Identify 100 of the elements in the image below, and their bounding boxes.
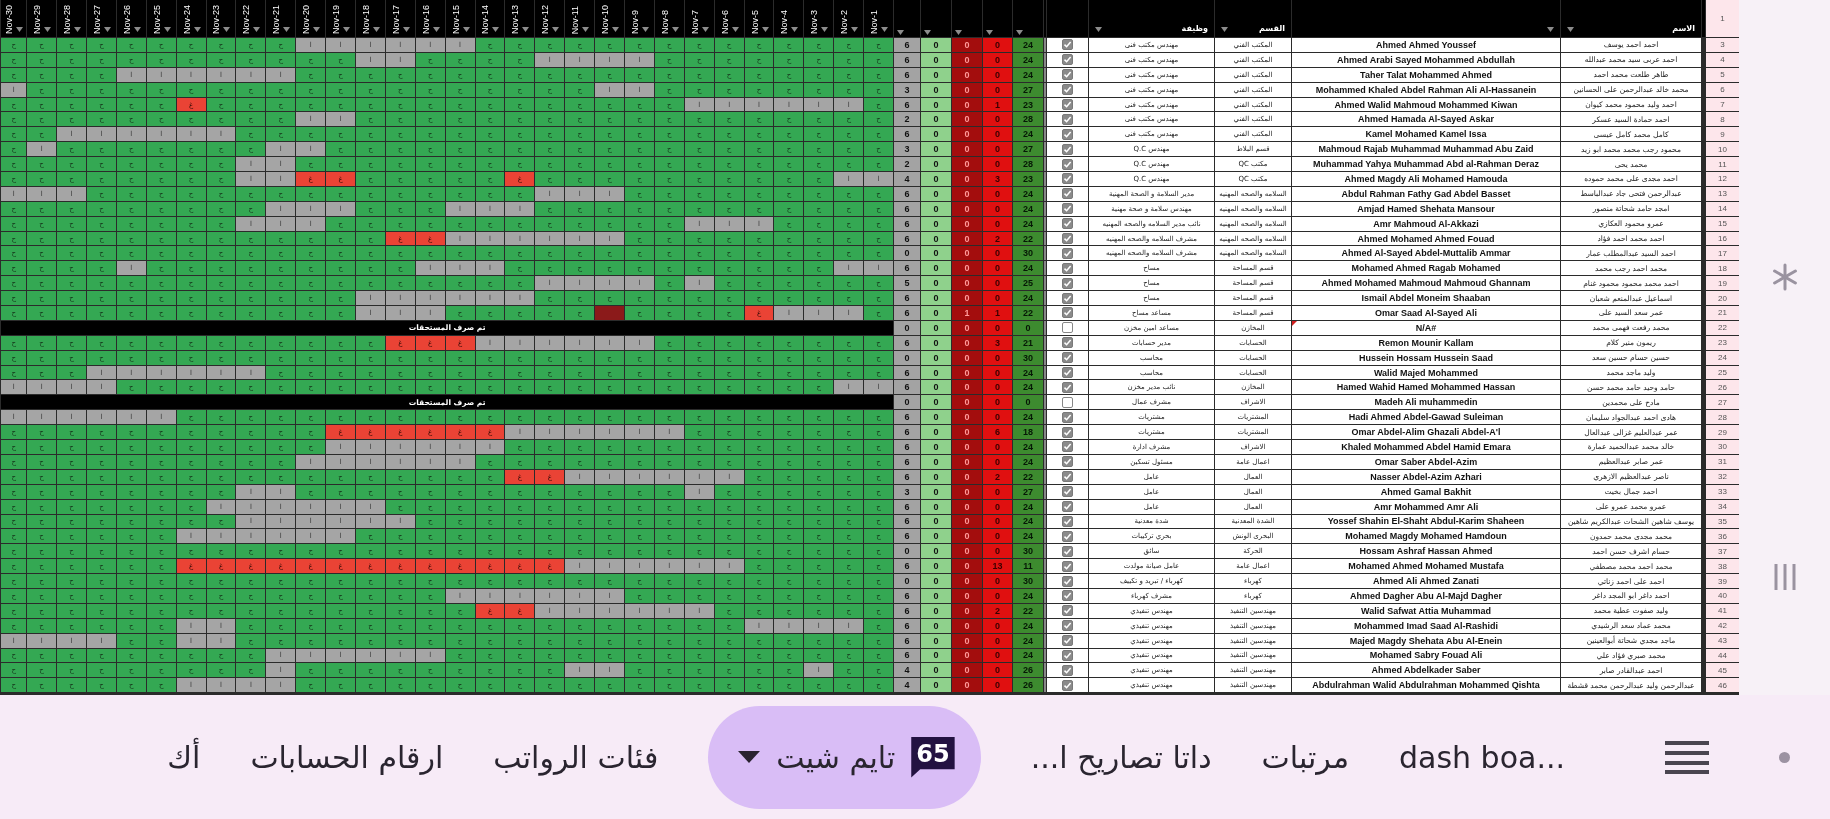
- checkbox[interactable]: [1062, 143, 1073, 155]
- checkbox[interactable]: [1062, 396, 1073, 408]
- filter-arrow-icon[interactable]: [343, 27, 351, 32]
- checkbox[interactable]: [1062, 69, 1073, 81]
- checkbox[interactable]: [1062, 54, 1073, 66]
- checkbox[interactable]: [1062, 173, 1073, 185]
- checkbox[interactable]: [1062, 530, 1073, 542]
- filter-arrow-icon[interactable]: [253, 27, 261, 32]
- count-cell: 0: [921, 440, 951, 454]
- checkbox[interactable]: [1062, 352, 1073, 364]
- checkbox[interactable]: [1062, 233, 1073, 244]
- count-cell: 24: [1013, 440, 1043, 454]
- checkbox[interactable]: [1062, 203, 1073, 215]
- checkbox[interactable]: [1062, 84, 1073, 96]
- filter-arrow-icon[interactable]: [402, 27, 410, 32]
- checkbox[interactable]: [1062, 39, 1073, 51]
- checkbox[interactable]: [1062, 679, 1073, 691]
- filter-arrow-icon[interactable]: [851, 27, 859, 32]
- checkbox[interactable]: [1062, 218, 1073, 230]
- filter-arrow-icon[interactable]: [1567, 27, 1574, 32]
- filter-arrow-icon[interactable]: [671, 27, 679, 32]
- checkbox[interactable]: [1062, 649, 1073, 661]
- filter-arrow-icon[interactable]: [582, 27, 590, 32]
- checkbox[interactable]: [1062, 441, 1073, 453]
- name-cell: Mohammed Imad Saad Al-Rashidi: [1292, 618, 1560, 633]
- checkbox[interactable]: [1062, 471, 1073, 483]
- checkbox[interactable]: [1062, 367, 1073, 379]
- menu-icon[interactable]: [1665, 739, 1709, 775]
- checkbox[interactable]: [1062, 381, 1073, 393]
- sheet-tab[interactable]: فئات الرواتب: [493, 739, 659, 775]
- checkbox[interactable]: [1062, 545, 1073, 557]
- filter-arrow-icon[interactable]: [372, 27, 380, 32]
- filter-arrow-icon[interactable]: [223, 27, 231, 32]
- filter-arrow-icon[interactable]: [1547, 27, 1554, 32]
- filter-arrow-icon[interactable]: [761, 27, 769, 32]
- checkbox[interactable]: [1062, 426, 1073, 438]
- checkbox[interactable]: [1062, 99, 1073, 110]
- filter-arrow-icon[interactable]: [924, 30, 931, 35]
- checkbox[interactable]: [1062, 128, 1073, 140]
- checkbox[interactable]: [1062, 664, 1073, 676]
- filter-arrow-icon[interactable]: [283, 27, 291, 32]
- filter-arrow-icon[interactable]: [986, 30, 993, 35]
- filter-arrow-icon[interactable]: [612, 27, 620, 32]
- column-header: 19-Nov: [331, 4, 342, 34]
- filter-arrow-icon[interactable]: [313, 27, 321, 32]
- checkbox[interactable]: [1062, 635, 1073, 647]
- checkbox[interactable]: [1062, 501, 1073, 513]
- checkbox[interactable]: [1062, 322, 1073, 334]
- filter-arrow-icon[interactable]: [641, 27, 649, 32]
- checkbox[interactable]: [1062, 486, 1073, 498]
- checkbox[interactable]: [1062, 515, 1073, 527]
- checkbox[interactable]: [1062, 620, 1073, 632]
- checkbox[interactable]: [1062, 456, 1073, 468]
- sheet-tab[interactable]: داتا تصاريح ا...: [1030, 739, 1212, 775]
- filter-arrow-icon[interactable]: [1016, 30, 1023, 35]
- filter-arrow-icon[interactable]: [1221, 27, 1228, 32]
- checkbox[interactable]: [1062, 277, 1073, 289]
- filter-arrow-icon[interactable]: [193, 27, 201, 32]
- count-cell: 24: [1013, 52, 1043, 67]
- checkbox[interactable]: [1062, 262, 1073, 274]
- checkbox[interactable]: [1062, 307, 1073, 319]
- filter-arrow-icon[interactable]: [701, 27, 709, 32]
- filter-arrow-icon[interactable]: [462, 27, 470, 32]
- filter-arrow-icon[interactable]: [133, 27, 141, 32]
- count-cell: 6: [894, 127, 920, 142]
- filter-arrow-icon[interactable]: [955, 30, 962, 35]
- checkbox[interactable]: [1062, 605, 1073, 617]
- sheet-tab[interactable]: أك: [167, 739, 201, 775]
- checkbox[interactable]: [1062, 560, 1073, 572]
- checkbox[interactable]: [1062, 411, 1073, 423]
- filter-arrow-icon[interactable]: [522, 27, 530, 32]
- filter-arrow-icon[interactable]: [791, 27, 799, 32]
- filter-arrow-icon[interactable]: [731, 27, 739, 32]
- checkbox[interactable]: [1062, 337, 1073, 349]
- filter-arrow-icon[interactable]: [432, 27, 440, 32]
- filter-arrow-icon[interactable]: [492, 27, 500, 32]
- checkbox[interactable]: [1062, 292, 1073, 304]
- row-number: 28: [1706, 410, 1739, 425]
- sheet-tab[interactable]: dash boa...: [1399, 739, 1565, 775]
- filter-arrow-icon[interactable]: [1095, 27, 1102, 32]
- checkbox[interactable]: [1062, 247, 1073, 259]
- checkbox[interactable]: [1062, 575, 1073, 587]
- filter-arrow-icon[interactable]: [74, 27, 81, 32]
- checkbox[interactable]: [1062, 188, 1073, 200]
- sheet-tab[interactable]: مرتبات: [1261, 739, 1349, 775]
- filter-arrow-icon[interactable]: [552, 27, 560, 32]
- checkbox[interactable]: [1062, 590, 1073, 602]
- count-cell: 0: [952, 559, 982, 574]
- count-cell: 0: [921, 97, 951, 112]
- caret-icon[interactable]: [738, 751, 761, 763]
- filter-arrow-icon[interactable]: [16, 27, 24, 32]
- checkbox[interactable]: [1062, 113, 1073, 125]
- count-cell: 0: [921, 618, 951, 633]
- filter-arrow-icon[interactable]: [44, 27, 52, 32]
- filter-arrow-icon[interactable]: [163, 27, 171, 32]
- filter-arrow-icon[interactable]: [103, 27, 111, 32]
- filter-arrow-icon[interactable]: [897, 30, 904, 35]
- filter-arrow-icon[interactable]: [821, 27, 829, 32]
- checkbox[interactable]: [1062, 158, 1073, 170]
- sheet-tab[interactable]: ارقام الحسابات: [250, 739, 444, 775]
